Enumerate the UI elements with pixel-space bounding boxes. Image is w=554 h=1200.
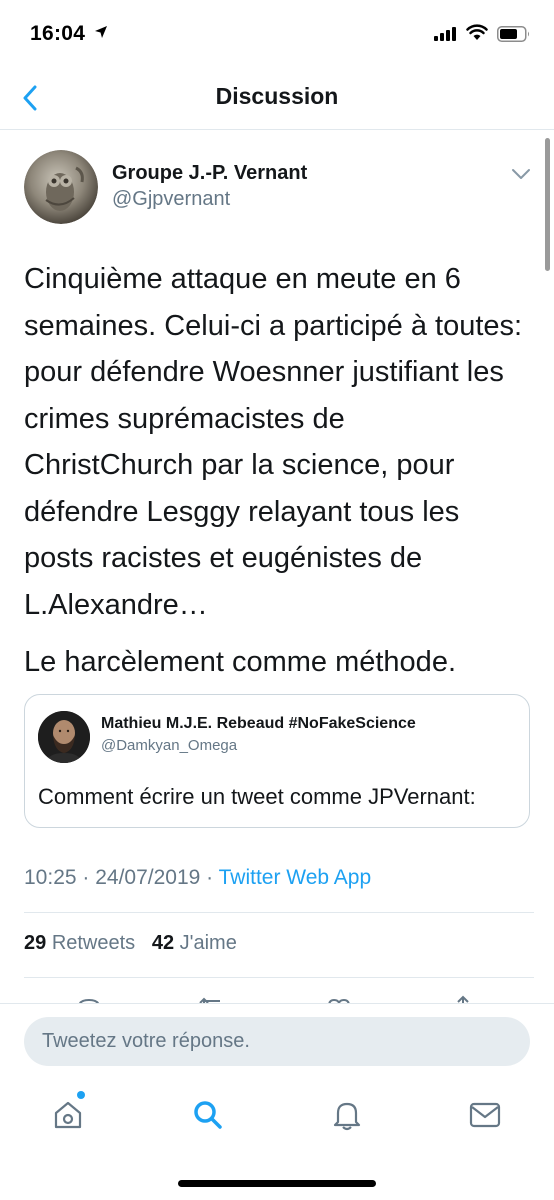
home-indicator: [178, 1180, 376, 1187]
bell-icon: [333, 1102, 361, 1131]
owl-coin-avatar-image: [24, 150, 98, 224]
likes-label[interactable]: J'aime: [180, 932, 237, 954]
divider: [24, 912, 534, 913]
battery-icon: [497, 26, 529, 42]
tweet-text: Cinquième attaque en meute en 6 semaines…: [24, 263, 523, 621]
tab-messages[interactable]: [465, 1095, 505, 1135]
tweet-source-link[interactable]: Twitter Web App: [219, 866, 372, 889]
location-arrow-icon: [95, 26, 107, 38]
quoted-author-avatar: [38, 711, 90, 763]
divider: [24, 977, 534, 978]
tab-home[interactable]: [48, 1095, 88, 1135]
timestamp-text: 10:25 · 24/07/2019 ·: [24, 866, 219, 889]
nav-bar: Discussion: [0, 66, 554, 130]
home-icon: [54, 1101, 82, 1129]
share-icon[interactable]: [452, 995, 474, 1003]
retweets-label[interactable]: Retweets: [52, 932, 135, 954]
likes-count[interactable]: 42: [152, 932, 174, 954]
page-title: Discussion: [215, 83, 339, 109]
quoted-tweet-text: Comment écrire un tweet comme JPVernant:: [38, 784, 476, 809]
wifi-icon: [466, 24, 488, 40]
bearded-man-avatar-image: [38, 711, 90, 763]
tweet-timestamp: 10:25 · 24/07/2019 · Twitter Web App: [24, 866, 371, 890]
author-avatar[interactable]: [24, 150, 98, 224]
tab-notifications[interactable]: [327, 1095, 367, 1135]
mail-icon: [469, 1102, 501, 1128]
notification-dot: [77, 1091, 85, 1099]
scroll-indicator[interactable]: [545, 138, 550, 271]
retweets-count[interactable]: 29: [24, 932, 46, 954]
tweet-actions-row: [0, 993, 554, 1003]
chevron-down-icon: [512, 169, 530, 179]
quoted-tweet-card[interactable]: Mathieu M.J.E. Rebeaud #NoFakeScience @D…: [24, 694, 530, 828]
tweet-header: Groupe J.-P. Vernant @Gjpvernant: [24, 150, 534, 226]
tweet-stats: 29 Retweets 42 J'aime: [24, 932, 237, 955]
status-time: 16:04: [30, 22, 86, 45]
tweet-options-button[interactable]: [510, 166, 532, 182]
tab-search[interactable]: [188, 1095, 228, 1135]
reply-bar: [0, 1003, 554, 1081]
reply-input[interactable]: [24, 1017, 530, 1066]
status-bar: 16:04: [0, 0, 554, 66]
quoted-author-name: Mathieu M.J.E. Rebeaud #NoFakeScience: [101, 715, 416, 732]
author-handle[interactable]: @Gjpvernant: [112, 188, 230, 211]
quoted-author-handle: @Damkyan_Omega: [101, 737, 238, 754]
tab-bar: [0, 1081, 554, 1200]
tweet-text-conclusion: Le harcèlement comme méthode.: [24, 646, 456, 678]
author-name[interactable]: Groupe J.-P. Vernant: [112, 162, 307, 185]
cellular-signal-icon: [434, 27, 456, 41]
search-icon: [194, 1101, 222, 1129]
